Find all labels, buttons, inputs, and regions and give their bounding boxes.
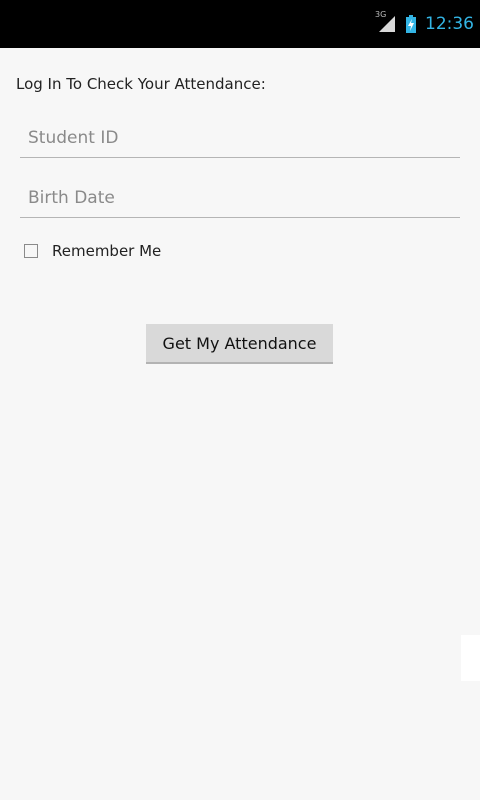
remember-me-row[interactable]: Remember Me	[24, 240, 161, 262]
network-type-label: 3G	[375, 10, 387, 19]
get-attendance-button[interactable]: Get My Attendance	[146, 324, 333, 364]
student-id-input[interactable]	[20, 118, 460, 158]
battery-charging-icon	[405, 15, 417, 33]
status-bar: 3G 12:36	[0, 0, 480, 48]
login-prompt: Log In To Check Your Attendance:	[16, 75, 266, 93]
status-clock: 12:36	[425, 14, 474, 34]
status-icons: 3G 12:36	[375, 0, 474, 48]
remember-me-checkbox[interactable]	[24, 244, 38, 258]
birth-date-input[interactable]	[20, 178, 460, 218]
remember-me-label[interactable]: Remember Me	[52, 242, 161, 260]
edge-handle[interactable]	[461, 635, 480, 681]
cell-signal-icon: 3G	[375, 10, 397, 34]
